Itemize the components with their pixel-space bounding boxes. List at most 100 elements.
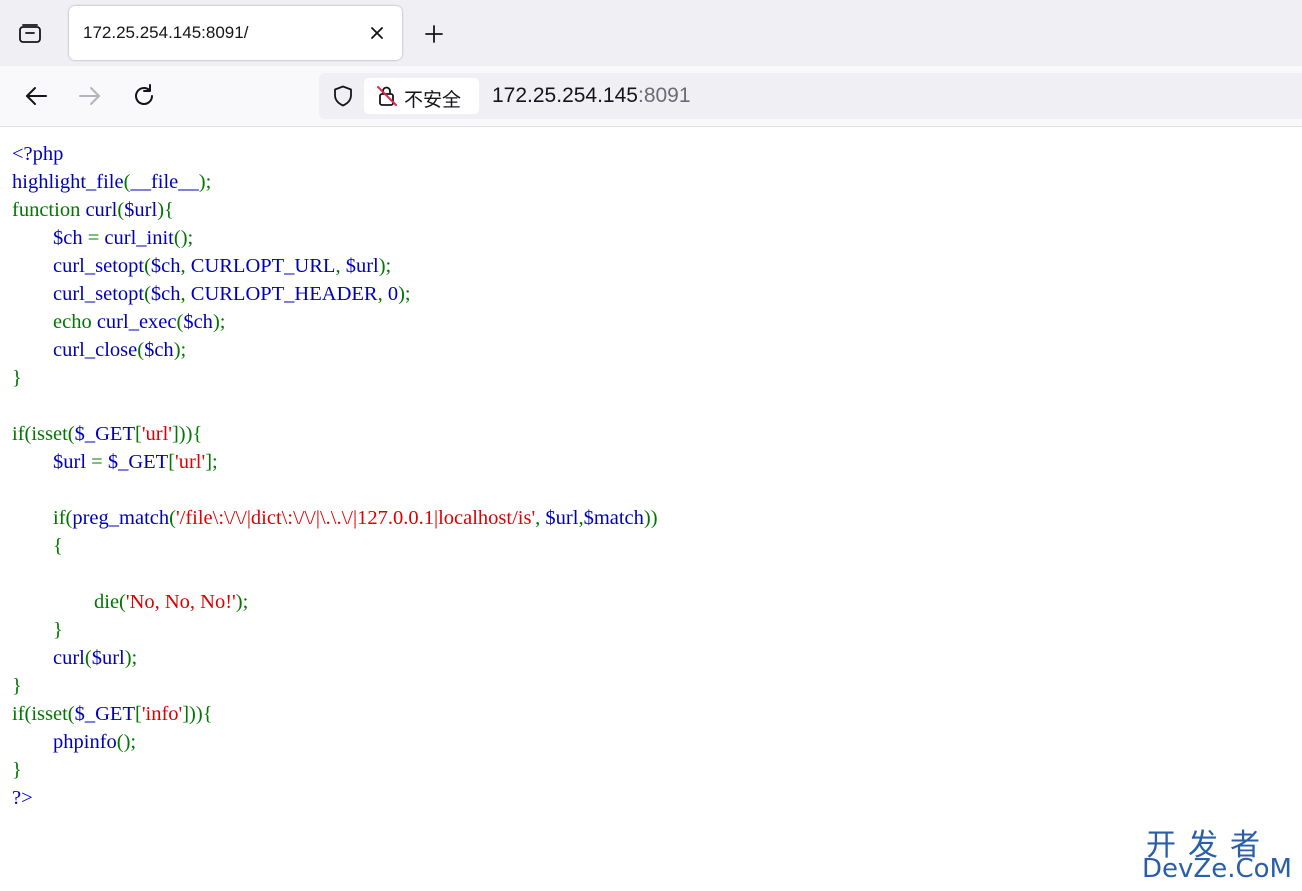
code-line: curl_close($ch);: [12, 336, 658, 364]
code-token: curl_exec: [96, 311, 177, 333]
code-line: ?>: [12, 784, 658, 812]
code-line: curl_setopt($ch, CURLOPT_HEADER, 0);: [12, 280, 658, 308]
code-token: curl_close: [12, 339, 138, 361]
code-token: (: [169, 507, 176, 529]
code-line: if(isset($_GET['url'])){: [12, 420, 658, 448]
code-token: );: [398, 283, 411, 305]
tab-overview-icon[interactable]: [14, 18, 46, 50]
navigation-toolbar: 不安全 172.25.254.145:8091: [0, 66, 1302, 127]
code-token: }: [12, 367, 22, 389]
code-token: );: [124, 647, 138, 669]
code-token: ,: [535, 507, 546, 529]
code-token: $url: [545, 507, 579, 529]
code-line: echo curl_exec($ch);: [12, 308, 658, 336]
code-token: $url: [91, 647, 125, 669]
code-token: $url: [12, 451, 92, 473]
code-token: )): [643, 507, 658, 529]
code-token: }: [12, 675, 22, 697]
code-token: $ch: [150, 255, 181, 277]
tab-strip: 172.25.254.145:8091/: [0, 0, 1302, 66]
code-token: echo: [12, 311, 97, 333]
code-line: }: [12, 364, 658, 392]
code-token: }: [12, 759, 22, 781]
code-token: $_GET: [107, 451, 169, 473]
code-token: CURLOPT_URL: [190, 255, 336, 277]
code-token: $ch: [144, 339, 174, 361]
code-token: [: [134, 423, 142, 445]
code-token: 'No, No, No!': [125, 591, 236, 613]
code-line: function curl($url){: [12, 196, 658, 224]
address-bar[interactable]: 不安全 172.25.254.145:8091: [319, 73, 1302, 119]
code-token: curl: [12, 647, 85, 669]
code-token: ){: [157, 199, 174, 221]
code-token: =: [87, 227, 105, 249]
code-token: (: [144, 255, 151, 277]
connection-insecure-chip[interactable]: 不安全: [364, 78, 479, 114]
code-token: [: [134, 703, 142, 725]
code-line: $ch = curl_init();: [12, 224, 658, 252]
watermark-logo: 开发者 DevZe.CoM: [1142, 820, 1298, 886]
code-token: ,: [335, 255, 346, 277]
code-token: $ch: [183, 311, 213, 333]
code-line: highlight_file(__file__);: [12, 168, 658, 196]
code-token: );: [378, 255, 392, 277]
code-token: <?php: [12, 143, 64, 165]
code-token: $ch: [12, 227, 88, 249]
browser-tab[interactable]: 172.25.254.145:8091/: [69, 6, 402, 60]
code-token: ,: [180, 283, 191, 305]
url-host: 172.25.254.145: [492, 84, 638, 107]
code-line: die('No, No, No!');: [12, 588, 658, 616]
code-token: $_GET: [74, 423, 135, 445]
code-token: );: [198, 171, 212, 193]
code-token: curl: [85, 199, 118, 221]
code-token: phpinfo: [12, 731, 117, 753]
code-token: if(isset(: [12, 423, 75, 445]
insecure-lock-icon: [375, 84, 399, 108]
code-token: $url: [345, 255, 379, 277]
reload-icon[interactable]: [128, 80, 160, 112]
code-line: }: [12, 756, 658, 784]
code-line: if(preg_match('/file\:\/\/|dict\:\/\/|\.…: [12, 504, 658, 532]
code-token: curl_setopt: [12, 255, 145, 277]
code-token: );: [212, 311, 226, 333]
code-line: curl($url);: [12, 644, 658, 672]
code-token: }: [12, 619, 63, 641]
code-token: 'url': [175, 451, 206, 473]
code-token: preg_match: [72, 507, 170, 529]
code-token: (: [144, 283, 151, 305]
code-line: }: [12, 616, 658, 644]
code-token: curl_init: [104, 227, 174, 249]
code-token: ])){: [171, 423, 203, 445]
watermark-bottom-text: DevZe.CoM: [1142, 854, 1292, 884]
url-text[interactable]: 172.25.254.145:8091: [492, 84, 691, 108]
forward-icon[interactable]: [74, 80, 106, 112]
code-token: =: [91, 451, 108, 473]
code-token: __file__: [130, 171, 199, 193]
code-token: ,: [377, 283, 388, 305]
code-token: ,: [180, 255, 191, 277]
code-token: '/file\:\/\/|dict\:\/\/|\.\.\/|127.0.0.1…: [175, 507, 536, 529]
code-line: <?php: [12, 140, 658, 168]
code-line: {: [12, 532, 658, 560]
code-token: ?>: [12, 787, 33, 809]
tab-title: 172.25.254.145:8091/: [83, 23, 249, 42]
code-token: $match: [583, 507, 644, 529]
code-token: die(: [12, 591, 126, 613]
back-icon[interactable]: [20, 80, 52, 112]
code-token: );: [235, 591, 249, 613]
code-token: CURLOPT_HEADER: [190, 283, 378, 305]
close-icon[interactable]: [365, 21, 389, 45]
code-token: ])){: [182, 703, 213, 725]
code-token: 0: [387, 283, 399, 305]
code-token: if(isset(: [12, 703, 75, 725]
shield-icon[interactable]: [331, 84, 355, 108]
code-token: );: [173, 339, 187, 361]
code-token: if(: [12, 507, 73, 529]
code-token: $ch: [150, 283, 181, 305]
code-token: 'url': [141, 423, 172, 445]
code-line: phpinfo();: [12, 728, 658, 756]
insecure-label: 不安全: [404, 90, 462, 111]
new-tab-icon[interactable]: [420, 20, 448, 48]
